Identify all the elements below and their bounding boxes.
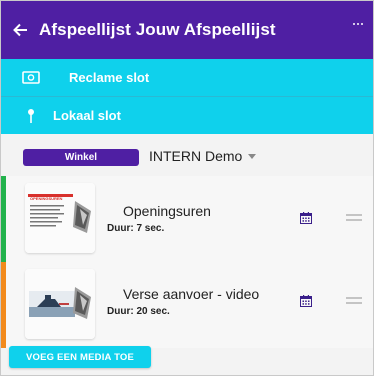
store-select-value: INTERN Demo: [149, 148, 243, 164]
store-badge: Winkel: [23, 149, 139, 166]
page-title: Afspeellijst Jouw Afspeellijst: [39, 20, 276, 39]
drag-handle-icon[interactable]: [346, 214, 362, 221]
calendar-icon[interactable]: [300, 294, 312, 307]
chevron-down-icon: [248, 153, 257, 159]
drag-handle-icon[interactable]: [346, 297, 362, 304]
media-name: Verse aanvoer - video: [123, 286, 260, 302]
more-icon[interactable]: [353, 23, 363, 25]
status-bar: [1, 176, 6, 262]
media-duration: Duur: 20 sec.: [107, 306, 170, 317]
pin-icon: [21, 108, 41, 124]
media-duration: Duur: 7 sec.: [107, 223, 165, 234]
media-name: Openingsuren: [123, 203, 211, 219]
status-bar: [1, 262, 6, 348]
slot-label: Reclame slot: [69, 70, 150, 85]
arrow-left-icon[interactable]: [11, 21, 29, 39]
slot-lokaal[interactable]: Lokaal slot: [1, 97, 373, 134]
app-header: Afspeellijst Jouw Afspeellijst: [1, 1, 373, 59]
store-selector-row: Winkel INTERN Demo: [1, 134, 373, 177]
add-media-button[interactable]: VOEG EEN MEDIA TOE: [9, 346, 151, 368]
playlist-panel: Afspeellijst Jouw Afspeellijst Reclame s…: [0, 0, 374, 376]
list-item[interactable]: OPENINGSUREN Openingsuren Duur: 7 sec.: [1, 176, 373, 262]
media-thumbnail: [25, 269, 95, 339]
slot-label: Lokaal slot: [53, 108, 121, 123]
media-thumbnail: OPENINGSUREN: [25, 183, 95, 253]
list-item[interactable]: Verse aanvoer - video Duur: 20 sec.: [1, 262, 373, 348]
calendar-icon[interactable]: [300, 211, 312, 224]
store-select[interactable]: INTERN Demo: [149, 148, 257, 164]
slot-reclame[interactable]: Reclame slot: [1, 59, 373, 96]
money-icon: [21, 71, 41, 84]
thumbnail-title: OPENINGSUREN: [30, 196, 63, 201]
